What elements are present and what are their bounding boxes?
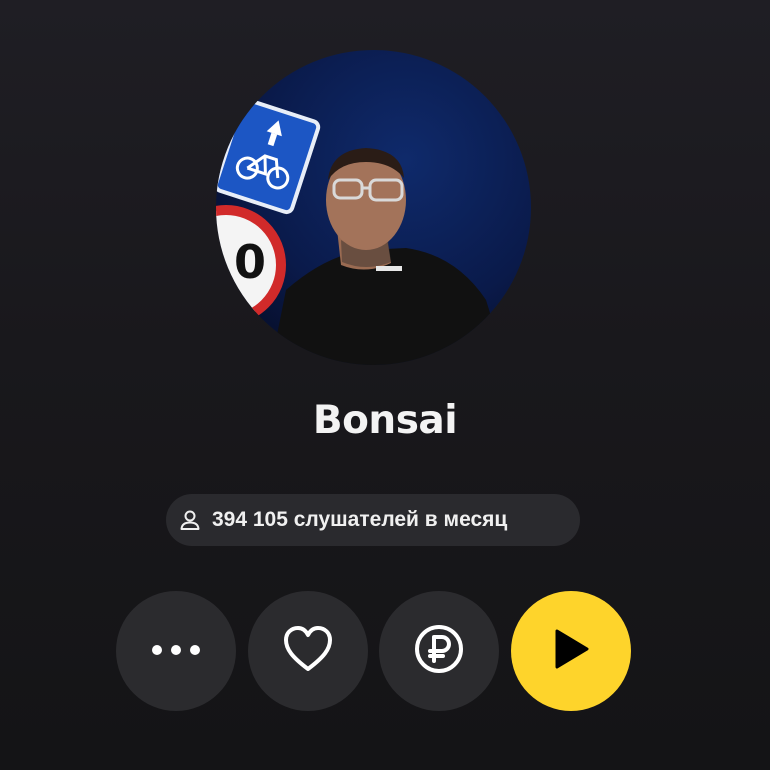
like-button[interactable]	[248, 591, 368, 711]
svg-text:0: 0	[234, 235, 266, 289]
artist-avatar: 0	[216, 50, 531, 365]
donate-button[interactable]	[379, 591, 499, 711]
more-dots-icon	[150, 642, 202, 661]
ruble-icon	[413, 623, 465, 679]
artist-header: 0 Bonsai 394 105 слушателей в месяц	[0, 0, 770, 770]
monthly-listeners-text: 394 105 слушателей в месяц	[212, 508, 508, 531]
more-button[interactable]	[116, 591, 236, 711]
monthly-listeners-badge: 394 105 слушателей в месяц	[166, 494, 580, 546]
person-icon	[178, 508, 202, 532]
play-icon	[551, 628, 591, 674]
heart-icon	[282, 625, 334, 677]
play-button[interactable]	[511, 591, 631, 711]
artist-name: Bonsai	[312, 398, 458, 443]
